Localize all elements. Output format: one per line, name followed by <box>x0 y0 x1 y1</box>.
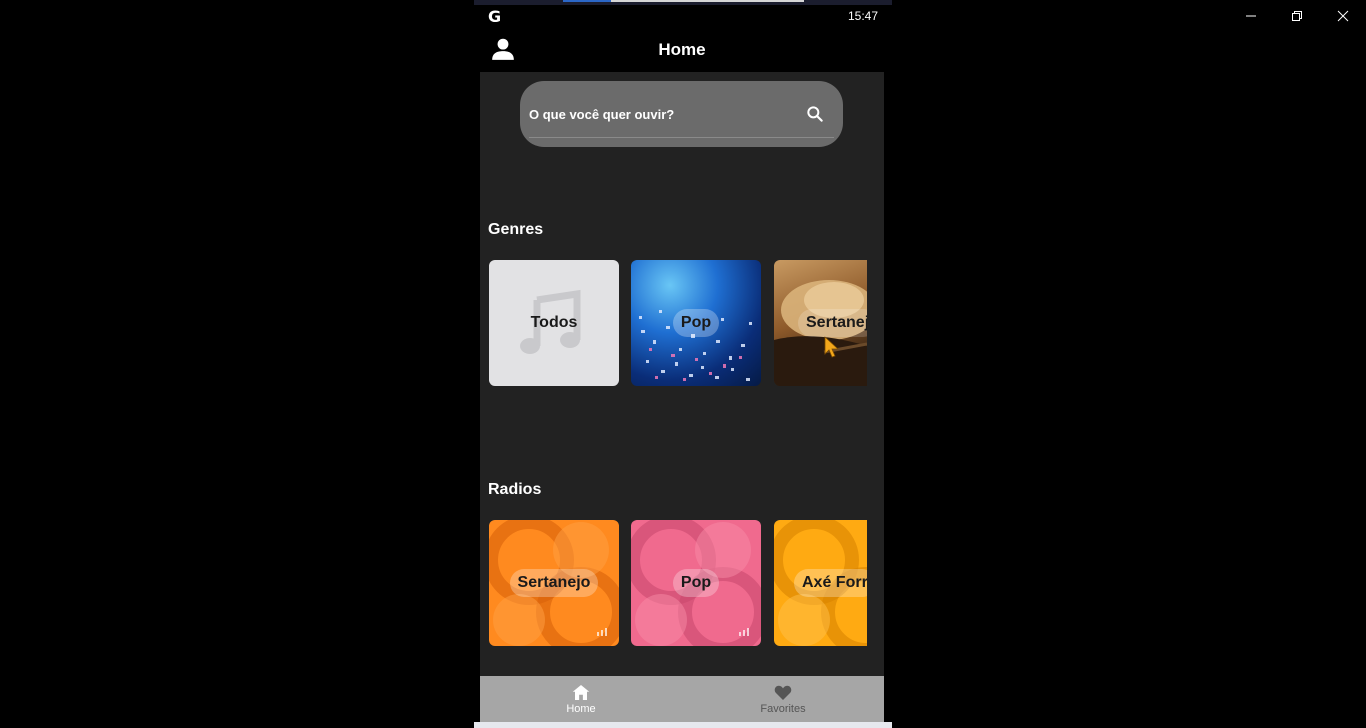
home-icon <box>572 684 590 700</box>
search-input[interactable] <box>529 106 805 122</box>
app-bar: Home <box>480 27 884 72</box>
genre-card-todos[interactable]: Todos <box>489 260 619 386</box>
window-controls <box>1228 0 1366 32</box>
strip-segment <box>611 0 804 2</box>
radio-card-sertanejo[interactable]: Sertanejo <box>489 520 619 646</box>
radio-label: Pop <box>672 569 720 597</box>
emulator-screen: G 15:47 Home Genres <box>474 0 892 728</box>
radios-row: Sertanejo Pop Axé Forr <box>489 520 867 646</box>
search-bar[interactable] <box>520 81 843 147</box>
restore-button[interactable] <box>1274 0 1320 32</box>
nav-item-home[interactable]: Home <box>480 676 682 722</box>
nav-item-favorites[interactable]: Favorites <box>682 676 884 722</box>
app-logo-icon: G <box>488 6 502 26</box>
genre-label: Pop <box>672 309 720 337</box>
genre-label: Todos <box>530 314 578 331</box>
nav-label-home: Home <box>566 702 596 715</box>
status-time: 15:47 <box>847 9 878 23</box>
minimize-button[interactable] <box>1228 0 1274 32</box>
radios-title: Radios <box>488 481 542 498</box>
genres-row: Todos Pop Sertanej <box>489 260 867 386</box>
heart-icon <box>774 685 792 700</box>
genres-title: Genres <box>488 221 544 238</box>
search-icon[interactable] <box>805 104 825 124</box>
bottom-navigation: Home Favorites <box>480 676 884 722</box>
radio-card-pop[interactable]: Pop <box>631 520 761 646</box>
radio-card-axe-forro[interactable]: Axé Forr <box>774 520 867 646</box>
radio-label: Axé Forr <box>794 569 867 597</box>
close-icon <box>1337 10 1349 22</box>
radio-label: Sertanejo <box>509 569 599 597</box>
search-underline <box>529 137 834 138</box>
emulator-bottom-strip <box>474 722 892 728</box>
home-content: Genres Todos <box>480 72 884 676</box>
restore-icon <box>1292 11 1302 21</box>
person-icon[interactable] <box>490 36 516 62</box>
close-button[interactable] <box>1320 0 1366 32</box>
nav-label-favorites: Favorites <box>760 702 806 715</box>
genre-label: Sertanej <box>798 309 867 337</box>
minimize-icon <box>1246 15 1256 17</box>
genre-card-sertanejo[interactable]: Sertanej <box>774 260 867 386</box>
genre-card-pop[interactable]: Pop <box>631 260 761 386</box>
page-title: Home <box>658 39 706 59</box>
status-bar: G 15:47 <box>474 5 892 27</box>
strip-segment <box>563 0 611 2</box>
